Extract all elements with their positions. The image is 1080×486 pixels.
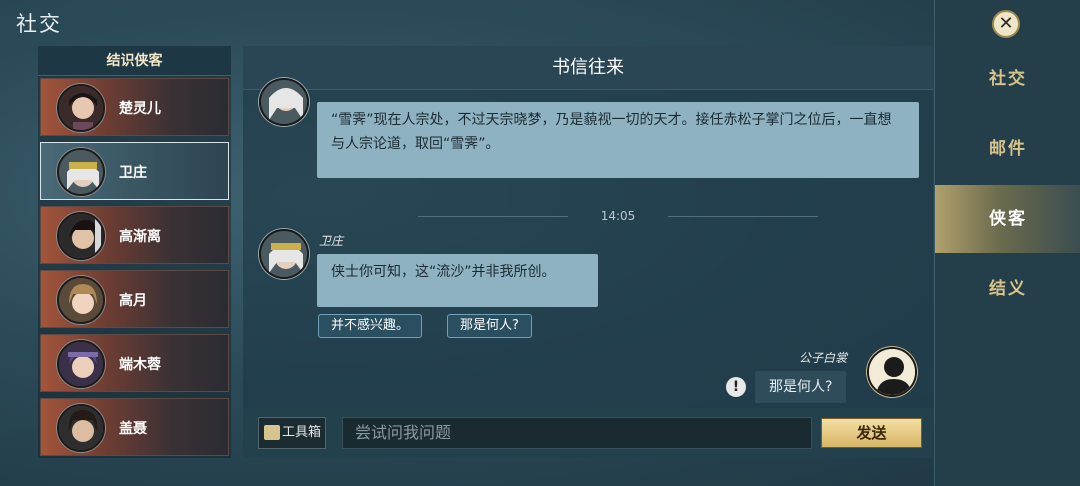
- avatar: [57, 340, 105, 388]
- contact-name: 卫庄: [119, 165, 147, 181]
- contact-name: 端木蓉: [119, 357, 161, 373]
- window-title: 社交: [16, 12, 62, 36]
- close-icon[interactable]: ✕: [992, 10, 1020, 38]
- sender-avatar-weizhuang: [259, 78, 309, 126]
- contact-item-chulinger[interactable]: 楚灵儿: [40, 78, 229, 136]
- chat-title: 书信往来: [243, 46, 933, 90]
- sender-avatar-weizhuang: [259, 229, 309, 279]
- contact-item-gaojianli[interactable]: 高渐离: [40, 206, 229, 264]
- my-message-bubble: 那是何人?: [755, 371, 847, 403]
- contact-item-gaoyue[interactable]: 高月: [40, 270, 229, 328]
- message-bubble: 侠士你可知，这“流沙”并非我所创。: [317, 254, 598, 307]
- reply-option-not-interested[interactable]: 并不感兴趣。: [318, 314, 423, 338]
- timestamp: 14:05: [600, 209, 636, 223]
- social-screen: 社交 结识侠客 楚灵儿 卫庄 高渐离 高月 端木蓉 盖聂 书信往来 “雪霁”现在…: [0, 0, 1080, 486]
- nav-item-social[interactable]: 社交: [935, 45, 1080, 113]
- right-nav: ✕ 社交 邮件 侠客 结义: [934, 0, 1080, 486]
- send-button[interactable]: 发送: [821, 418, 922, 448]
- avatar: [57, 212, 105, 260]
- reply-option-who-is-it[interactable]: 那是何人?: [447, 314, 532, 338]
- message-bubble: “雪霁”现在人宗处，不过天宗晓梦，乃是藐视一切的天才。接任赤松子掌门之位后，一直…: [317, 102, 919, 178]
- contacts-header: 结识侠客: [38, 46, 231, 76]
- message-input[interactable]: 尝试问我问题: [342, 417, 812, 449]
- nav-item-sworn[interactable]: 结义: [935, 255, 1080, 323]
- toolbox-icon: [264, 425, 280, 440]
- contact-name: 高月: [119, 293, 147, 309]
- my-sender-name: 公子白裳: [799, 351, 848, 365]
- sender-name: 卫庄: [319, 234, 344, 248]
- chat-panel: 书信往来 “雪霁”现在人宗处，不过天宗晓梦，乃是藐视一切的天才。接任赤松子掌门之…: [243, 46, 933, 458]
- avatar: [57, 148, 105, 196]
- nav-item-mail[interactable]: 邮件: [935, 115, 1080, 183]
- contact-item-gainie[interactable]: 盖聂: [40, 398, 229, 456]
- input-bar: 工具箱 尝试问我问题 发送: [243, 408, 933, 458]
- nav-item-heroes[interactable]: 侠客: [935, 185, 1080, 253]
- contact-item-duanmurong[interactable]: 端木蓉: [40, 334, 229, 392]
- contact-name: 楚灵儿: [119, 101, 161, 117]
- avatar: [57, 84, 105, 132]
- avatar: [57, 404, 105, 452]
- contact-item-weizhuang[interactable]: 卫庄: [40, 142, 229, 200]
- timestamp-divider: 14:05: [418, 206, 818, 226]
- contact-name: 盖聂: [119, 421, 147, 437]
- alert-icon[interactable]: !: [726, 377, 746, 397]
- my-avatar: [867, 347, 917, 397]
- toolbox-label: 工具箱: [281, 425, 321, 440]
- avatar: [57, 276, 105, 324]
- contacts-panel: 结识侠客 楚灵儿 卫庄 高渐离 高月 端木蓉 盖聂: [38, 46, 231, 458]
- toolbox-button[interactable]: 工具箱: [258, 417, 326, 449]
- contact-name: 高渐离: [119, 229, 161, 245]
